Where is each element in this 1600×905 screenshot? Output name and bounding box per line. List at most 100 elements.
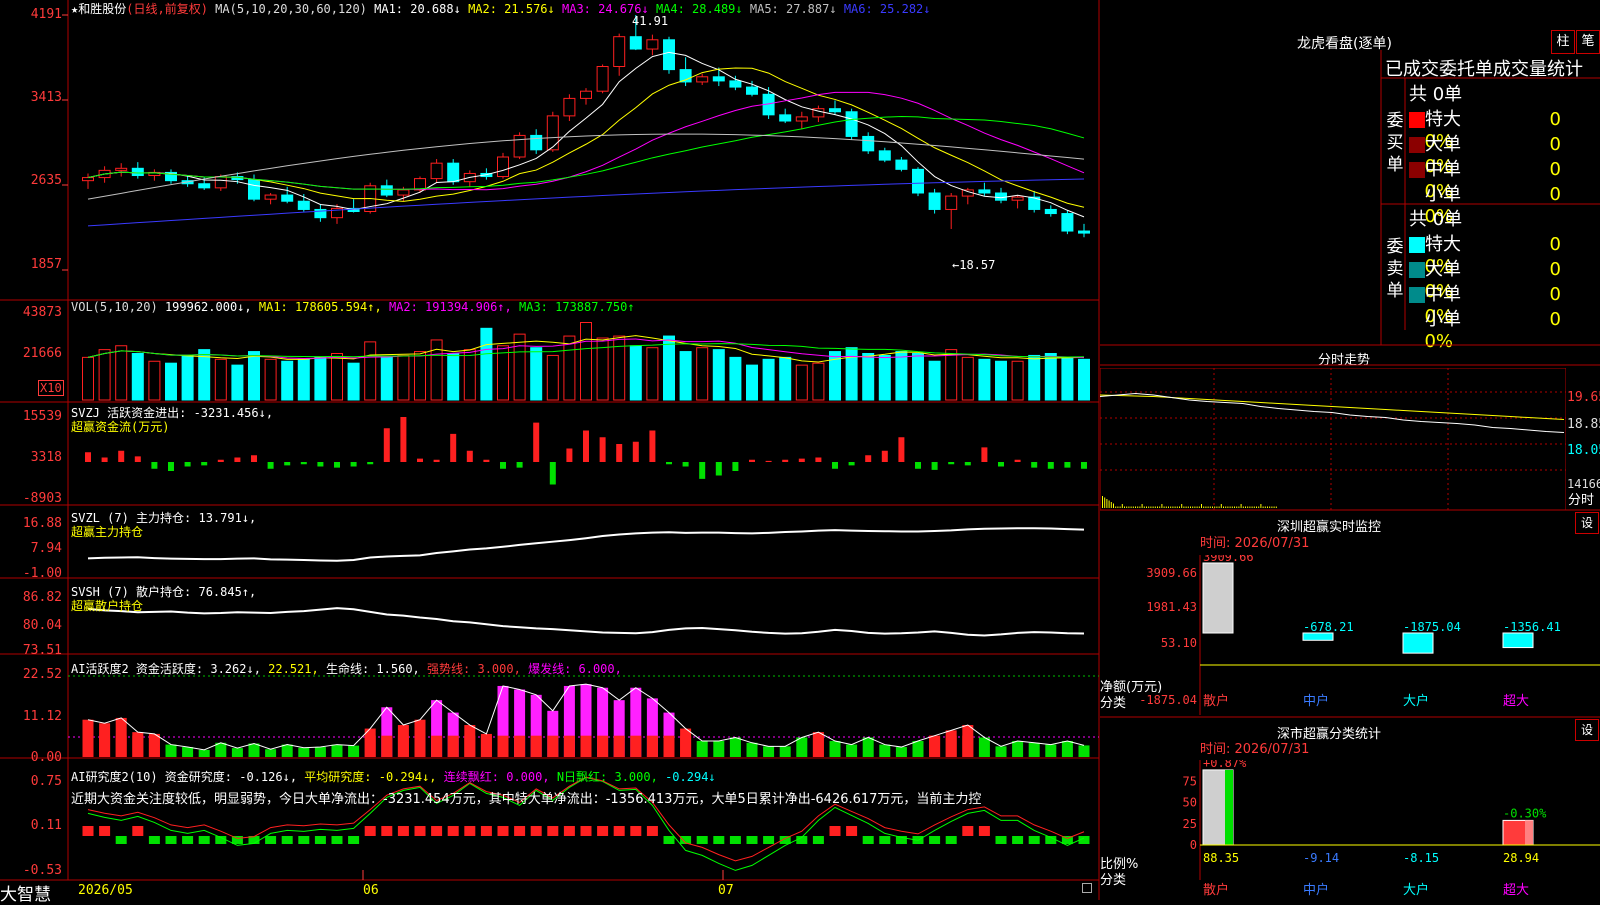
candle-body-60 — [1078, 230, 1090, 234]
sell-swatch-icon — [1409, 237, 1425, 253]
volume-bars[interactable] — [82, 322, 1090, 401]
svzj-bar-34 — [649, 430, 656, 462]
svzj-bar-48 — [881, 450, 888, 462]
brand-logo[interactable]: 大智慧 — [0, 880, 51, 905]
intraday-vol-bar-5 — [1113, 503, 1114, 508]
ai2-bar-31 — [597, 826, 609, 836]
intraday-vol-bar-19 — [1143, 506, 1145, 508]
ai1-bar-40 — [746, 742, 758, 757]
ai1-bar-14 — [314, 747, 326, 757]
ai1-value2: 22.521, — [268, 662, 319, 676]
ma4-value: MA4: 28.489↓ — [655, 2, 743, 16]
lock-icon[interactable] — [1082, 883, 1092, 893]
ai2-bar-7 — [198, 836, 210, 844]
vol-bar-11 — [264, 358, 277, 401]
monitor-bar-label-3: -1356.41 — [1503, 620, 1561, 634]
candle-body-21 — [430, 162, 443, 180]
tick-view-button[interactable]: 笔 — [1576, 30, 1600, 54]
candle-body-27 — [530, 134, 543, 151]
intraday-vol-bar-2 — [1106, 499, 1108, 508]
intraday-vol-bar-64 — [1242, 506, 1244, 508]
intraday-vol-bar-72 — [1260, 504, 1262, 508]
intraday-avg-line — [1100, 394, 1565, 420]
ai2-title[interactable]: AI研究度2(10) 资金研究度: -0.126↓, — [71, 770, 297, 784]
candle-body-2 — [115, 167, 128, 171]
intraday-vol-bar-4 — [1110, 502, 1112, 508]
vol-bar-6 — [181, 354, 194, 401]
candle-body-51 — [928, 192, 941, 210]
monitor-bar-0 — [1202, 562, 1234, 634]
chart-canvas[interactable] — [0, 0, 1100, 900]
svzj-bar-29 — [566, 448, 573, 462]
intraday-vol-bar-29 — [1165, 506, 1167, 508]
candle-body-26 — [513, 134, 526, 158]
ai1-bar-56 — [1012, 741, 1024, 757]
vol-bar-50 — [912, 353, 924, 401]
monitor-time: 时间: 2026/07/31 — [1200, 536, 1310, 551]
vol-bar-13 — [297, 358, 310, 401]
intraday-vol-bar-63 — [1240, 504, 1242, 508]
intraday-chart[interactable] — [1100, 368, 1566, 510]
intraday-vol-bar-34 — [1176, 506, 1178, 508]
ai2-average: 平均研究度: -0.294↓, — [304, 770, 437, 784]
classify-time: 时间: 2026/07/31 — [1200, 742, 1310, 757]
month-label-3: 07 — [718, 883, 734, 898]
ai1-bars[interactable] — [82, 683, 1090, 757]
vol-params[interactable]: VOL(5,10,20) — [71, 300, 158, 314]
sell-swatch-icon — [1409, 262, 1425, 278]
svsh-subtitle: 超赢散户持仓 — [71, 599, 144, 613]
chart-mode[interactable]: (日线,前复权) — [126, 2, 208, 16]
ai2-bar-57 — [1028, 836, 1040, 844]
intraday-axis-4: 14166 — [1567, 477, 1600, 491]
month-label-2: 06 — [363, 883, 379, 898]
buy-row-value: 0 — [1549, 184, 1561, 205]
svsh-title[interactable]: SVSH (7) 散户持仓: 76.845↑, — [71, 585, 256, 599]
classify-bar-accent-3 — [1525, 820, 1533, 845]
candle-body-19 — [397, 189, 410, 196]
intraday-vol-bar-77 — [1271, 506, 1273, 508]
intraday-vol-bar-30 — [1168, 506, 1169, 508]
monitor-settings-button[interactable]: 设 — [1575, 512, 1599, 534]
intraday-vol-bar-42 — [1194, 506, 1196, 508]
candle-body-42 — [779, 114, 792, 122]
ai1-bar-base-0 — [82, 735, 94, 757]
candle-body-55 — [995, 192, 1007, 201]
stock-name[interactable]: 和胜股份 — [78, 2, 126, 16]
sell-row-3[interactable]: 小单 0 0% — [1409, 305, 1599, 352]
candlestick-series[interactable] — [82, 15, 1090, 238]
sell-row-name: 特大 — [1425, 234, 1461, 255]
svsh-axis-1: 86.82 — [22, 590, 62, 605]
svzj-bars[interactable] — [85, 417, 1087, 485]
svzj-bar-18 — [383, 428, 390, 462]
svzj-title[interactable]: SVZJ 活跃资金进出: -3231.456↓, — [71, 406, 273, 420]
ai2-value5: -0.294↓ — [665, 770, 716, 784]
intraday-vol-bar-66 — [1247, 506, 1249, 508]
candle-body-8 — [214, 176, 227, 189]
monitor-bar-label-0: 3909.66 — [1203, 555, 1254, 564]
high-annotation: 41.91 — [632, 14, 669, 28]
monitor-category-3: 超大 — [1503, 694, 1529, 709]
buy-row-name: 小单 — [1425, 184, 1461, 205]
ai1-title[interactable]: AI活跃度2 资金活跃度: 3.262↓, — [71, 662, 261, 676]
monitor-chart[interactable]: 3909.66 1981.43 53.10 -1875.04 3909.66 散户 -678… — [1100, 555, 1600, 715]
vol-unit-badge[interactable]: X10 — [38, 380, 64, 396]
intraday-vol-bar-56 — [1225, 506, 1227, 508]
buy-row-name: 中单 — [1425, 159, 1461, 180]
vol-bar-2 — [115, 345, 128, 401]
ma-params[interactable]: MA(5,10,20,30,60,120) — [215, 2, 367, 16]
ai2-bar-18 — [381, 826, 393, 836]
classify-settings-button[interactable]: 设 — [1575, 719, 1599, 741]
classify-chart[interactable]: 75 50 25 0 88.35 散户 +0.87% -9.14 中户 -8.15 大户 28.94 超… — [1100, 760, 1600, 900]
vol-bar-36 — [679, 351, 692, 401]
svzl-title[interactable]: SVZL (7) 主力持仓: 13.791↓, — [71, 511, 256, 525]
svzl-axis-2: 7.94 — [30, 541, 62, 556]
ai1-bar-base-26 — [514, 735, 526, 757]
vol-value: 199962.000↓, — [164, 300, 252, 314]
classify-ratio-label: 比例% — [1100, 857, 1139, 872]
ai1-bar-base-29 — [563, 735, 575, 757]
ai2-bar-28 — [547, 826, 559, 836]
ai1-bar-base-24 — [480, 735, 492, 757]
bar-view-button[interactable]: 柱 — [1551, 30, 1575, 54]
svzj-bar-5 — [168, 462, 174, 471]
ai1-bar-base-35 — [663, 735, 675, 757]
